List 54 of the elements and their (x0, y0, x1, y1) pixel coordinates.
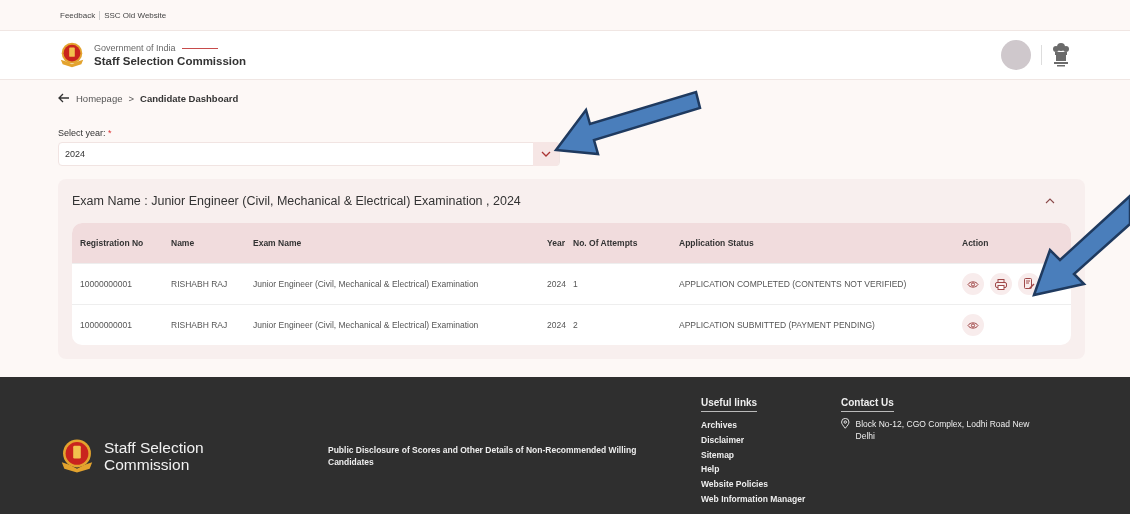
footer-link[interactable]: Disclaimer (701, 432, 841, 448)
table-cell-text: 10000000001 (80, 320, 133, 330)
national-emblem-icon (1052, 42, 1070, 68)
year-select[interactable]: 2024 (58, 142, 560, 166)
top-link[interactable]: SSC Old Website (99, 10, 171, 20)
chevron-down-icon (541, 151, 551, 157)
breadcrumb-current: Candidate Dashboard (140, 92, 239, 104)
contact-address: Block No-12, CGO Complex, Lodhi Road New Delhi (855, 418, 1031, 442)
footer-link[interactable]: Website Policies (701, 477, 841, 492)
header-subtitle: Government of India (94, 43, 176, 53)
top-link[interactable]: Feedback (60, 10, 100, 20)
table-cell-text: APPLICATION COMPLETED (CONTENTS NOT VERIFIED) (679, 279, 908, 289)
table-cell-text: Junior Engineer (Civil, Mechanical & Electrical) Examination (253, 320, 480, 330)
column-header: Action (962, 238, 990, 248)
footer-link[interactable]: Help (701, 462, 841, 478)
column-header: Exam Name (253, 238, 303, 248)
contact-heading: Contact Us (841, 397, 894, 412)
column-header: Registration No (80, 238, 145, 248)
table-cell-text: 2024 (547, 320, 567, 330)
view-button[interactable] (962, 314, 984, 336)
table-cell-text: 1 (573, 279, 579, 289)
print-button[interactable] (990, 273, 1012, 295)
exam-card-title: Exam Name : Junior Engineer (Civil, Mechanical & Electrical) Examination , 2024 (72, 194, 522, 208)
column-header: Application Status (679, 238, 755, 248)
column-header: No. Of Attempts (573, 238, 639, 248)
table-cell-text: 2 (573, 320, 579, 330)
header-title: Staff Selection Commission (94, 55, 247, 67)
dropdown-button[interactable] (533, 142, 559, 166)
footer-link[interactable]: Archives (701, 418, 841, 433)
table-cell-text: 10000000001 (80, 279, 133, 289)
breadcrumb-separator: > (128, 92, 135, 104)
column-header: Name (171, 238, 196, 248)
printer-icon (995, 278, 1007, 290)
commission-logo-icon (58, 41, 86, 69)
column-header: Year (547, 238, 566, 248)
chevron-up-icon (1045, 198, 1055, 204)
footer-brand: Staff Selection Commission (104, 438, 205, 473)
table-cell-text: Junior Engineer (Civil, Mechanical & Electrical) Examination (253, 279, 480, 289)
table-cell-text: RISHABH RAJ (171, 320, 229, 330)
view-button[interactable] (962, 273, 984, 295)
edit-document-icon (1023, 278, 1035, 290)
table-cell-text: RISHABH RAJ (171, 279, 229, 289)
footer-link[interactable]: Web Information Manager (701, 492, 841, 507)
back-arrow-icon[interactable] (58, 93, 70, 103)
table-cell-text: 2024 (547, 279, 567, 289)
location-pin-icon (841, 418, 850, 429)
eye-icon (967, 279, 979, 289)
field-label: Select year: * (58, 128, 113, 138)
breadcrumb-link[interactable]: Homepage (76, 92, 123, 104)
footer-link[interactable]: Sitemap (701, 447, 841, 463)
table-cell-text: APPLICATION SUBMITTED (PAYMENT PENDING) (679, 320, 876, 330)
useful-links-heading: Useful links (701, 397, 758, 412)
disclosure-link[interactable]: Public Disclosure of Scores and Other Details of Non-Recommended Willing Candidates (328, 443, 663, 468)
eye-icon (967, 320, 979, 330)
